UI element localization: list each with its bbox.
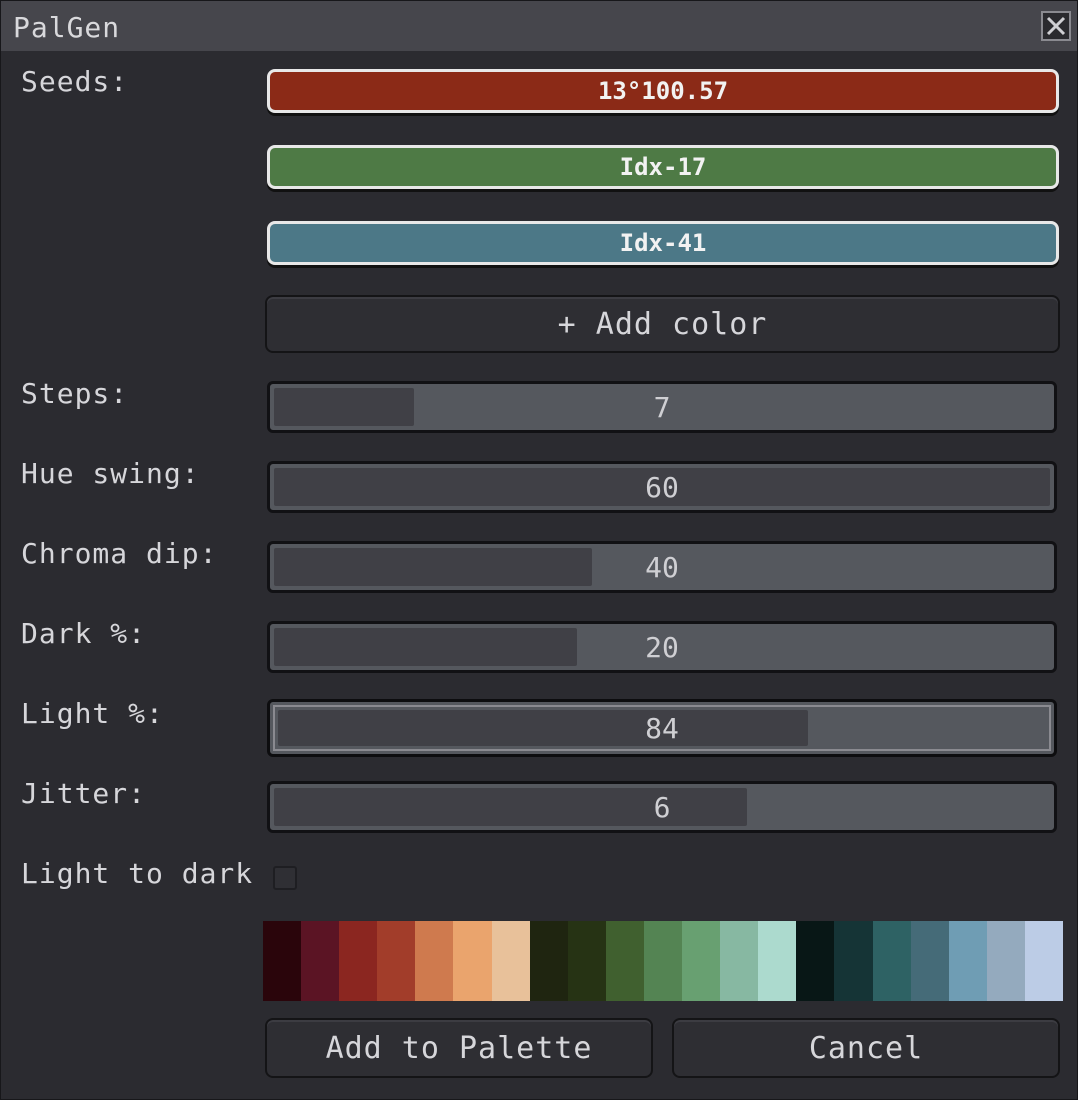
light-percent-slider[interactable]: 84 bbox=[267, 699, 1057, 757]
jitter-slider[interactable]: 6 bbox=[267, 781, 1057, 833]
chroma-dip-slider[interactable]: 40 bbox=[267, 541, 1057, 593]
steps-label: Steps: bbox=[21, 377, 129, 410]
light-percent-value: 84 bbox=[645, 711, 679, 745]
hue-swing-slider[interactable]: 60 bbox=[267, 461, 1057, 513]
chroma-dip-value: 40 bbox=[645, 550, 679, 584]
palette-swatch bbox=[377, 921, 416, 1001]
palette-swatch bbox=[453, 921, 492, 1001]
dialog-title: PalGen bbox=[13, 11, 121, 44]
palette-swatch bbox=[263, 921, 302, 1001]
dark-percent-label: Dark %: bbox=[21, 617, 147, 650]
dark-percent-slider[interactable]: 20 bbox=[267, 621, 1057, 673]
palgen-dialog: PalGen Seeds: 13°100.57 Idx-17 Idx-41 + … bbox=[0, 0, 1078, 1100]
cancel-button[interactable]: Cancel bbox=[672, 1018, 1060, 1078]
hue-swing-value: 60 bbox=[645, 470, 679, 504]
palette-swatch bbox=[339, 921, 378, 1001]
palette-swatch bbox=[948, 921, 987, 1001]
steps-value: 7 bbox=[653, 390, 671, 424]
chroma-dip-label: Chroma dip: bbox=[21, 537, 218, 570]
palette-swatch bbox=[529, 921, 568, 1001]
palette-swatch bbox=[567, 921, 606, 1001]
seed-color-label-3: Idx-41 bbox=[619, 229, 707, 257]
jitter-value: 6 bbox=[653, 790, 671, 824]
seed-color-label-1: 13°100.57 bbox=[597, 77, 729, 105]
seed-color-button-1[interactable]: 13°100.57 bbox=[267, 69, 1059, 113]
title-bar[interactable]: PalGen bbox=[1, 1, 1077, 51]
palette-swatch bbox=[986, 921, 1025, 1001]
palette-swatch bbox=[872, 921, 911, 1001]
palette-swatch bbox=[910, 921, 949, 1001]
close-button[interactable] bbox=[1041, 11, 1071, 41]
steps-slider[interactable]: 7 bbox=[267, 381, 1057, 433]
palette-swatch bbox=[415, 921, 454, 1001]
jitter-label: Jitter: bbox=[21, 777, 147, 810]
palette-swatch bbox=[720, 921, 759, 1001]
palette-preview bbox=[263, 921, 1063, 1001]
palette-swatch bbox=[643, 921, 683, 1001]
palette-swatch bbox=[1024, 921, 1063, 1001]
palette-swatch bbox=[834, 921, 873, 1001]
seed-color-button-3[interactable]: Idx-41 bbox=[267, 221, 1059, 265]
palette-swatch bbox=[796, 921, 835, 1001]
dark-percent-value: 20 bbox=[645, 630, 679, 664]
add-to-palette-button[interactable]: Add to Palette bbox=[265, 1018, 653, 1078]
palette-swatch bbox=[682, 921, 721, 1001]
seed-color-button-2[interactable]: Idx-17 bbox=[267, 145, 1059, 189]
palette-swatch bbox=[491, 921, 530, 1001]
seed-color-label-2: Idx-17 bbox=[619, 153, 707, 181]
light-percent-label: Light %: bbox=[21, 697, 164, 730]
palette-swatch bbox=[301, 921, 340, 1001]
palette-swatch bbox=[605, 921, 644, 1001]
hue-swing-label: Hue swing: bbox=[21, 457, 200, 490]
seeds-label: Seeds: bbox=[21, 65, 129, 98]
light-to-dark-label: Light to dark bbox=[21, 857, 254, 890]
light-to-dark-checkbox[interactable] bbox=[273, 866, 297, 890]
close-icon bbox=[1046, 16, 1066, 36]
add-color-button[interactable]: + Add color bbox=[265, 295, 1060, 353]
palette-swatch bbox=[758, 921, 797, 1001]
